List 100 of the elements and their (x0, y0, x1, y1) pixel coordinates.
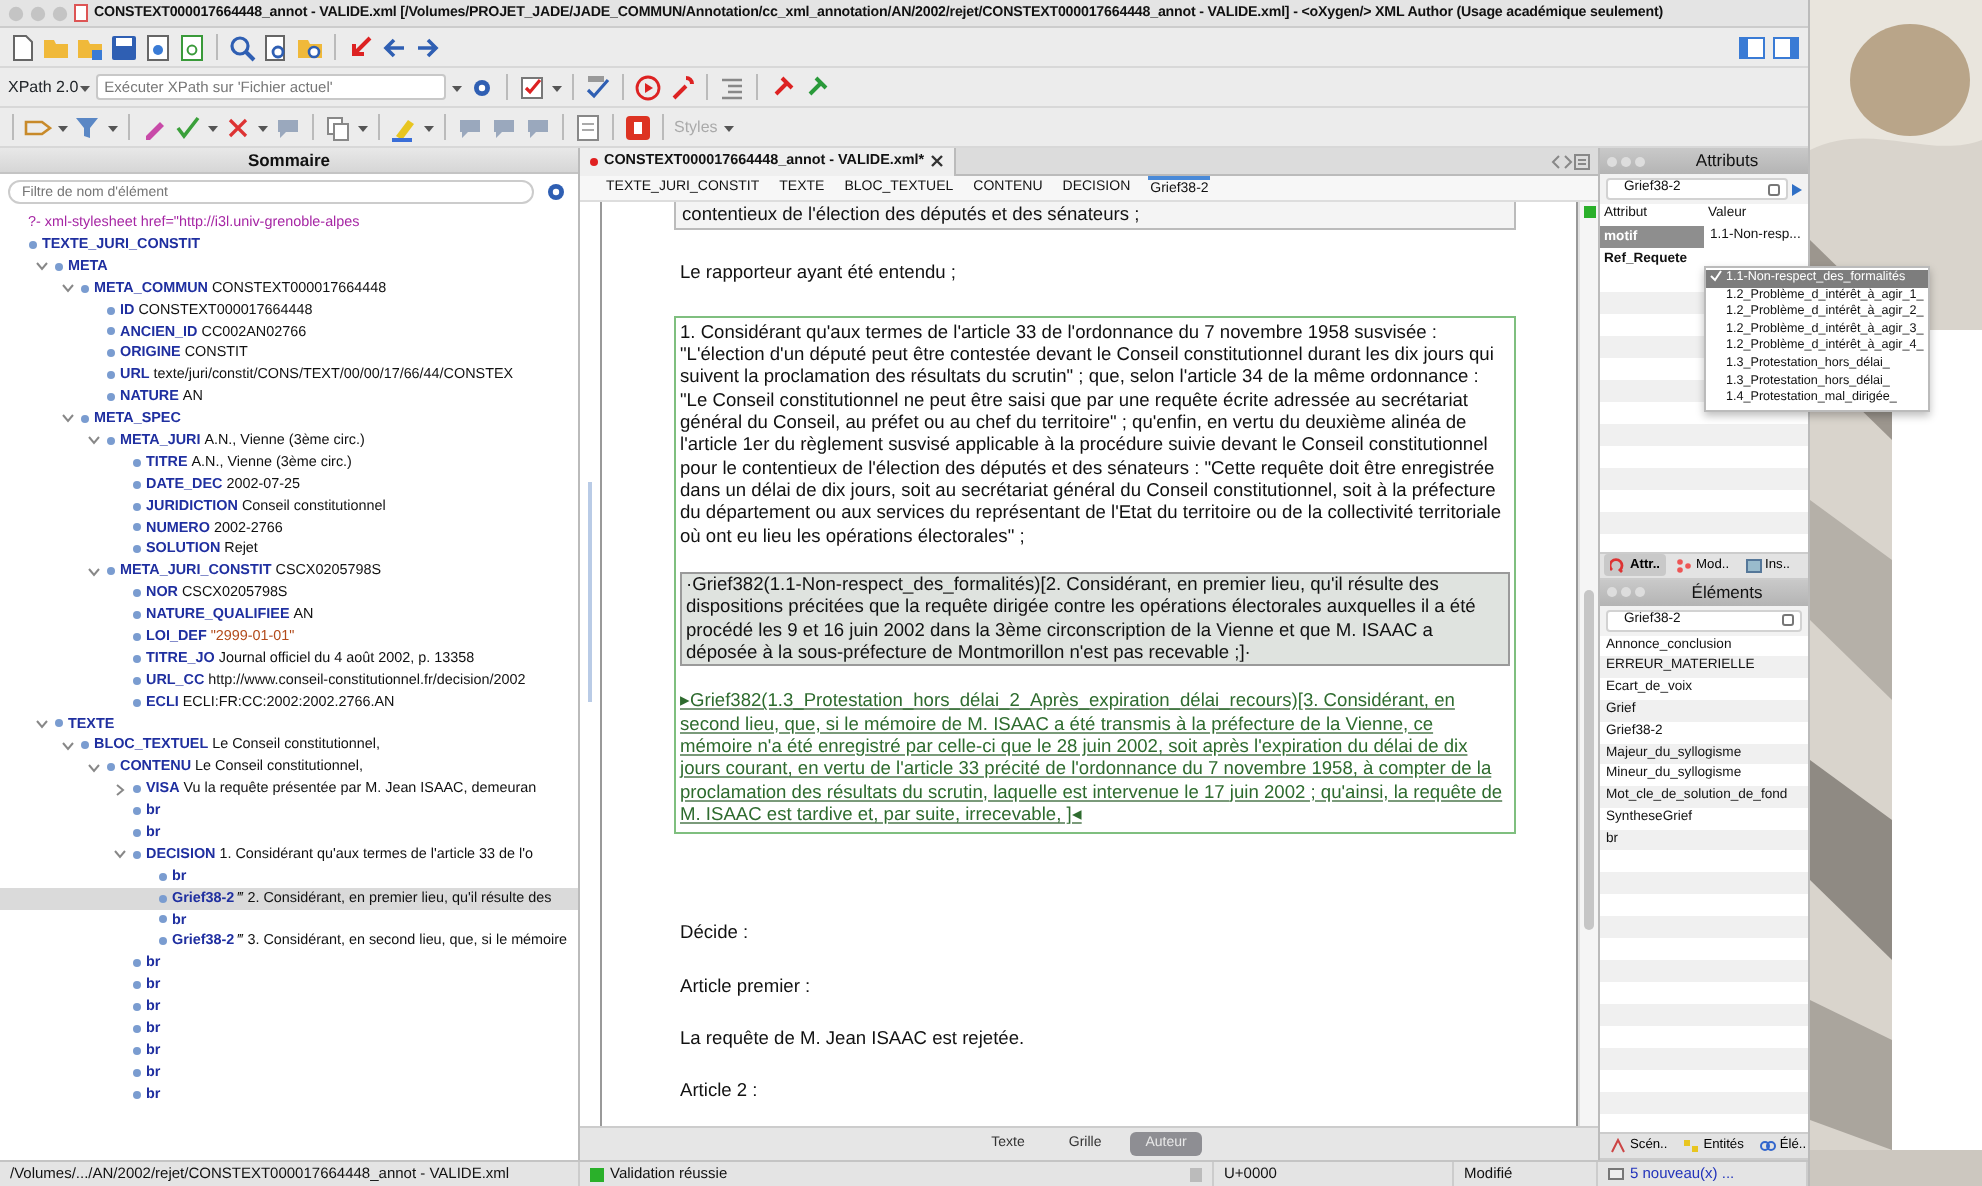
bullet-icon (132, 457, 142, 468)
annotation-span[interactable]: ▸Grief382(1.3_Protestation_hors_délai_2_Après_expiration_délai_recours)[3. Considérant, en second lieu, que, si le mémoire de M. ISAAC a été transmis à la préfecture de la Vienne, ce mémoire n'a été enregistré par celle-ci que le 28 juin 2002, soit après l'expiration du délai de dix jours courant, en vertu de l'article 33 précité de l'ordonnance du 7 novembre 1958, à compter de la proclamation des résultats du scrutin, laquelle est intervenue le 17 juin 2002 ; qu'ainsi, la requête de M. ISAAC est tardive et, par suite, irrecevable, ]◂ (680, 690, 1510, 827)
scrollbar-thumb[interactable] (1584, 590, 1594, 930)
validation-status-icon (1583, 206, 1595, 218)
bullet-icon (106, 370, 116, 381)
bullet-icon (132, 1067, 142, 1078)
bullet-icon (106, 326, 116, 337)
document-icon[interactable] (574, 113, 602, 141)
bullet-icon (132, 522, 142, 533)
document-icon (74, 4, 88, 22)
inspector-icon (1745, 557, 1762, 573)
bullet-icon (132, 479, 142, 490)
panel-title: Éléments (1689, 579, 1765, 605)
document-icon[interactable] (144, 33, 172, 61)
link-icon (1759, 1137, 1776, 1154)
bullet-icon (132, 980, 142, 991)
paragraph: La requête de M. Jean ISAAC est rejetée. (680, 1027, 1027, 1051)
bullet-icon (158, 871, 168, 882)
spellcheck-icon[interactable] (584, 73, 613, 101)
layout-icon[interactable] (1738, 33, 1766, 61)
bullet-icon (106, 566, 116, 577)
chevron-down-icon[interactable] (114, 848, 126, 861)
bullet-icon (28, 239, 38, 250)
message-icon (1608, 1167, 1624, 1181)
bullet-icon (132, 609, 142, 620)
paragraph: Article premier : (680, 975, 813, 998)
check-icon[interactable] (174, 113, 202, 141)
indent-icon[interactable] (718, 73, 747, 101)
bullet-icon (132, 1002, 142, 1012)
chevron-down-icon[interactable] (36, 260, 48, 273)
chevron-down-icon[interactable] (88, 565, 100, 578)
bullet-icon (132, 653, 142, 664)
bullet-icon (106, 762, 116, 773)
bullet-icon (132, 849, 142, 860)
bullet-icon (132, 675, 142, 686)
chevron-down-icon[interactable] (36, 717, 48, 730)
paragraph: Le rapporteur ayant été entendu ; (680, 262, 959, 286)
chevron-down-icon[interactable] (62, 282, 74, 295)
bullet-icon (158, 914, 168, 925)
close-icon[interactable] (930, 154, 945, 168)
paragraph: Décide : (680, 922, 751, 946)
bullet-icon (132, 1089, 142, 1100)
panel-title: Sommaire (0, 148, 578, 174)
cross-icon[interactable] (224, 113, 252, 141)
back-arrow-icon[interactable] (380, 33, 408, 61)
bullet-icon (106, 435, 116, 446)
bullet-icon (158, 893, 168, 904)
bullet-icon (54, 261, 64, 272)
bullet-icon (132, 1045, 142, 1056)
chevron-down-icon[interactable] (88, 761, 100, 774)
tab-list-icon[interactable] (1574, 153, 1590, 169)
checklist-icon[interactable] (518, 73, 547, 101)
bullet-icon (132, 544, 142, 555)
chevron-right-icon[interactable] (114, 783, 126, 796)
dropdown-icon (1768, 183, 1780, 195)
settings-icon[interactable] (542, 178, 570, 206)
bullet-icon (132, 501, 142, 512)
search-icon[interactable] (228, 33, 256, 61)
lock-icon (1190, 1167, 1202, 1181)
bullet-icon (132, 958, 142, 969)
bullet-icon (80, 413, 90, 424)
chevron-down-icon[interactable] (62, 739, 74, 752)
bullet-icon (132, 631, 142, 642)
scenario-icon (1610, 1137, 1626, 1154)
form-icon[interactable] (624, 113, 652, 141)
bullet-icon (80, 740, 90, 751)
play-icon[interactable] (634, 73, 663, 101)
chevron-right-icon[interactable] (1562, 153, 1574, 169)
xpath-version-dropdown[interactable]: XPath 2.0 (8, 75, 91, 99)
text-block: contentieux de l'élection des députés et des sénateurs ; (674, 202, 1516, 231)
play-arrow-icon[interactable] (1792, 183, 1802, 195)
chevron-down-icon[interactable] (62, 412, 74, 425)
annotation-span[interactable]: ·Grief382(1.1-Non-respect_des_formalités)[2. Considérant, en premier lieu, qu'il résulte des dispositions précitées que la requête dirigée contre les opérations électorales auxquelles il a été procédé les 9 et 16 juin 2002 dans la 3ème circonscription de la Vienne et que M. ISAAC a déposée à la sous-préfecture de Montmorillon n'est pas recevable ;]· (680, 571, 1510, 667)
entities-icon (1683, 1137, 1700, 1154)
chevron-left-icon[interactable] (1550, 153, 1562, 169)
forward-arrow-icon[interactable] (414, 33, 442, 61)
layout-icon[interactable] (1772, 33, 1800, 61)
bullet-icon (132, 588, 142, 599)
bullet-icon (106, 392, 116, 403)
bullet-icon (132, 697, 142, 708)
model-icon (1676, 557, 1693, 573)
filter-icon[interactable] (74, 113, 102, 141)
save-icon[interactable] (110, 33, 138, 61)
bullet-icon (106, 305, 116, 315)
paragraph: 1. Considérant qu'aux termes de l'article 33 de l'ordonnance du 7 novembre 1958 susvisée : "L'élection d'un député peut être contestée devant le Conseil constitutionnel durant les dix jours qui suivent la proclamation des résultats du scrutin" ; que, selon l'article 34 de la même ordonnance : "Le Conseil constitutionnel ne peut être saisi que par une requête écrite adressée au secrétariat général du Conseil, au préfet ou au chef du territoire" ; qu'enfin, en vertu du deuxième alinéa de l'article 1er du règlement susvisé applicable à la procédure suivie devant le Conseil constitutionnel pour le contentieux de l'élection des députés et des sénateurs : "Cette requête doit être enregistrée dans un délai de dix jours, soit au secrétariat général du Conseil constitutionnel, soit à la préfecture du département ou aux services du représentant de l'Etat du territoire ou de la collectivité territoriale où ont eu lieu les opérations électorales" ; (680, 321, 1504, 548)
paragraph: Article 2 : (680, 1080, 760, 1104)
bullet-icon (132, 805, 142, 816)
bullet-icon (106, 348, 116, 359)
panel-title: Attributs (1693, 148, 1761, 174)
document-icon[interactable] (178, 33, 206, 61)
copy-icon[interactable] (324, 113, 352, 141)
new-file-icon[interactable] (8, 33, 36, 61)
bullet-icon (132, 784, 142, 795)
chevron-down-icon[interactable] (88, 434, 100, 447)
bullet-icon (54, 718, 64, 729)
bullet-icon (158, 936, 168, 947)
search-document-icon[interactable] (262, 33, 290, 61)
arrow-icon[interactable] (346, 33, 374, 61)
bullet-icon (132, 827, 142, 838)
validation-status-icon (590, 1167, 604, 1181)
